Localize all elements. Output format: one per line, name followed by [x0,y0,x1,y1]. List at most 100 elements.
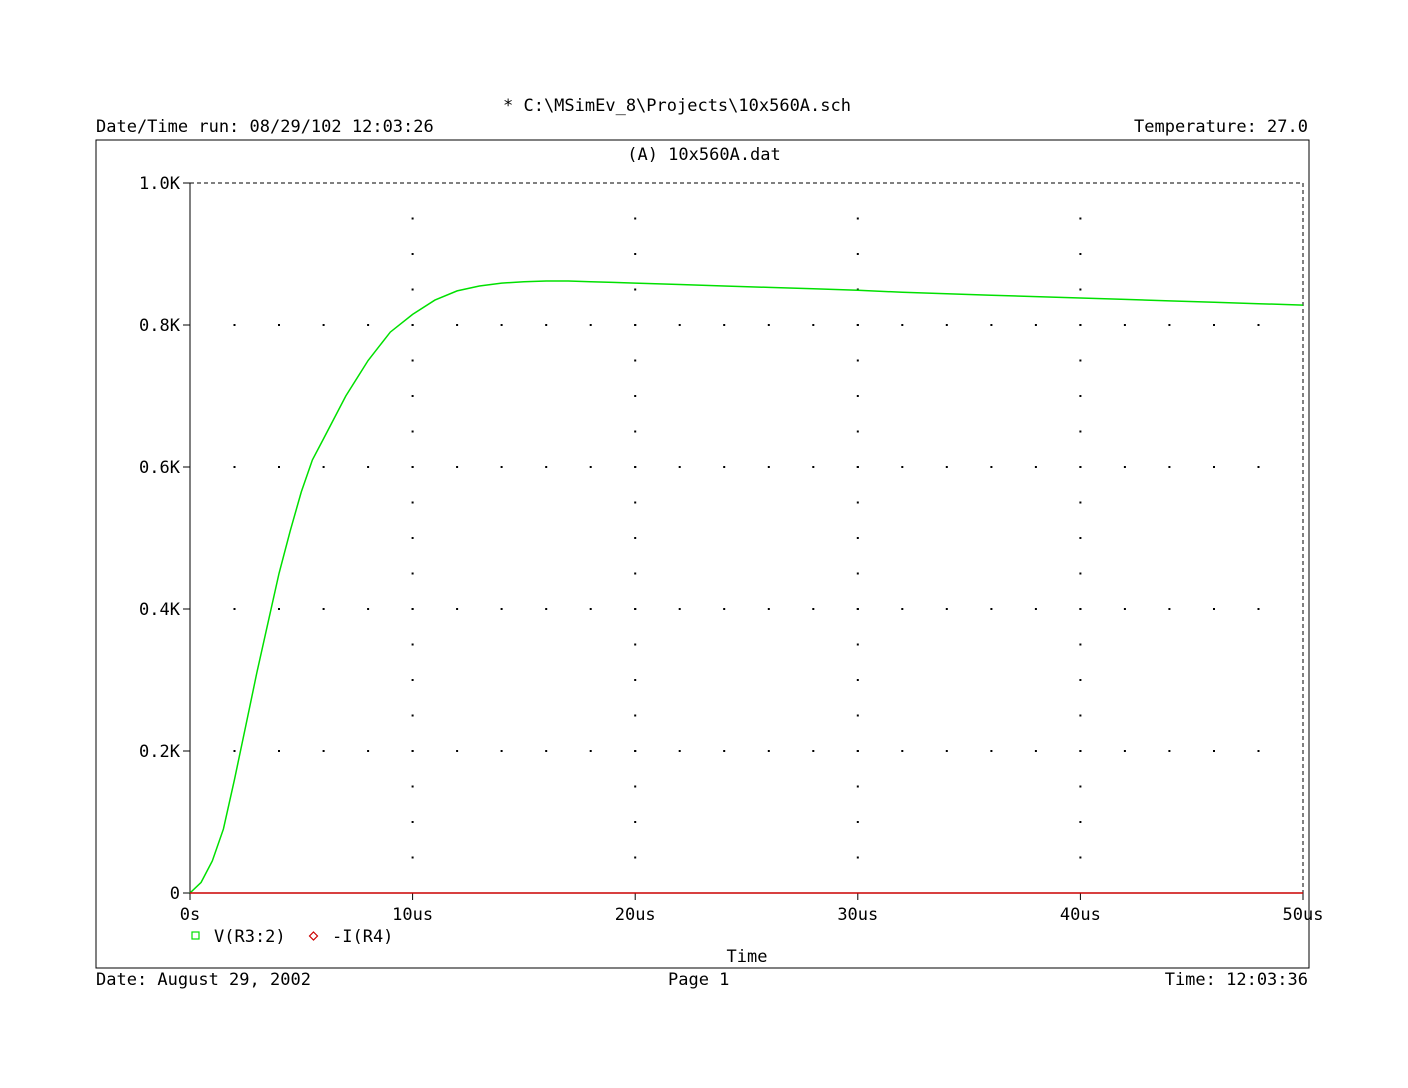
grid-dot [1034,608,1037,610]
grid-dot [856,501,859,504]
grid-dot [1123,324,1126,326]
grid-dot [634,217,637,220]
grid-dot [856,430,859,433]
grid-dot [1123,466,1126,468]
grid-dot [500,608,503,610]
grid-dot [634,288,637,291]
grid-dot [1079,856,1082,859]
grid-dot [723,750,726,752]
grid-dot [1079,537,1082,539]
grid-dot [901,608,904,610]
grid-dot [545,324,548,326]
footer-page: Page 1 [668,970,730,990]
grid-dot [1079,217,1082,220]
grid-dot [411,501,414,504]
grid-dot [856,608,859,610]
grid-dot [634,430,637,433]
grid-dot [411,395,414,397]
chart-title: (A) 10x560A.dat [627,145,781,165]
grid-dot [812,466,815,468]
grid-dot [1079,288,1082,291]
grid-dot [411,714,414,717]
grid-dot [411,785,414,788]
grid-dot [1079,679,1082,681]
grid-dot [678,750,681,752]
grid-dot [545,750,548,752]
grid-dot [322,324,325,326]
grid-dot [634,395,637,397]
grid-dot [322,608,325,610]
grid-dot [856,643,859,646]
x-axis-label: Time [727,947,768,967]
y-tick-label: 0 [170,884,180,904]
grid-dot [411,359,414,362]
grid-dot [990,608,993,610]
grid-dot [367,750,370,752]
grid-dot [589,466,592,468]
grid-dot [634,324,637,326]
grid-dot [945,466,948,468]
grid-dot [1079,430,1082,433]
grid-dot [812,324,815,326]
grid-dot [945,324,948,326]
grid-dot [411,679,414,681]
y-tick-label: 0.4K [139,600,181,620]
x-tick-label: 20us [615,905,656,925]
grid-dot [856,466,859,468]
grid-dot [767,608,770,610]
grid-dot [723,324,726,326]
y-tick-label: 0.2K [139,742,181,762]
grid-dot [233,466,236,468]
grid-dot [1079,253,1082,255]
grid-dot [634,537,637,539]
grid-dot [411,430,414,433]
grid-dot [233,608,236,610]
grid-dot [634,501,637,504]
grid-dot [500,324,503,326]
grid-dot [901,750,904,752]
grid-dot [1079,466,1082,468]
grid-dot [1123,608,1126,610]
grid-dot [634,359,637,362]
grid-dot [500,466,503,468]
grid-dot [456,608,459,610]
grid-dot [1034,750,1037,752]
x-tick-label: 10us [392,905,433,925]
grid-dot [411,643,414,646]
grid-dot [1257,324,1260,326]
grid-dot [945,608,948,610]
grid-dot [634,643,637,646]
grid-dot [456,466,459,468]
legend: V(R3:2) -I(R4) [191,927,393,947]
grid-dot [322,750,325,752]
grid-dot [634,856,637,859]
grid-dot [1168,750,1171,752]
grid-dot [1079,359,1082,362]
grid-dot [634,679,637,681]
chart: (A) 10x560A.dat 0 0.2K 0.4K 0.6K 0.8K 1.0K 0s 1… [95,139,1323,969]
grid-dot [1213,466,1215,468]
grid-dot [1257,608,1260,610]
grid-dot [856,253,859,255]
grid-dot [1213,608,1215,610]
grid-dot [1257,466,1260,468]
grid-dot [278,466,280,468]
grid-dot [856,572,859,575]
grid-dot [767,324,770,326]
grid-dot [367,324,370,326]
grid-dot [367,466,370,468]
grid-dot [634,750,637,752]
grid [233,217,1260,859]
grid-dot [678,324,681,326]
grid-dot [367,608,370,610]
grid-dot [812,750,815,752]
grid-dot [634,714,637,717]
grid-dot [634,572,637,575]
y-tick-label: 0.6K [139,458,181,478]
grid-dot [1213,750,1215,752]
grid-dot [678,608,681,610]
grid-dot [233,750,236,752]
grid-dot [545,608,548,610]
grid-dot [411,217,414,220]
grid-dot [634,608,637,610]
